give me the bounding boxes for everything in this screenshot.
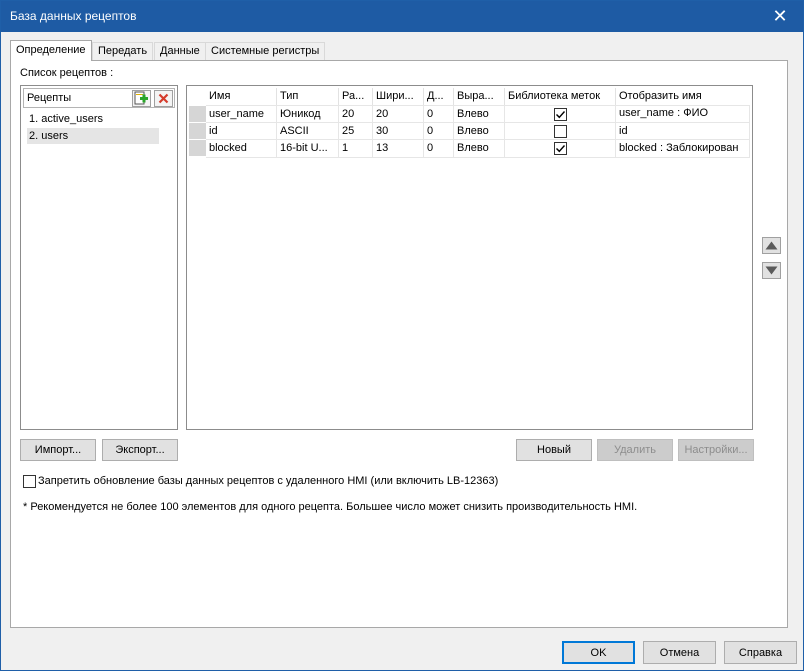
delete-button[interactable]: Удалить	[597, 439, 673, 461]
delete-recipe-icon	[158, 93, 169, 104]
cell-size[interactable]: 1	[339, 140, 372, 157]
column-header-label-library[interactable]: Библиотека меток	[505, 88, 616, 105]
label-library-checkbox[interactable]	[554, 108, 567, 121]
recipe-item-active-users[interactable]: 1. active_users	[27, 111, 159, 127]
cell-name[interactable]: blocked	[206, 140, 276, 157]
ok-button[interactable]: OK	[562, 641, 635, 664]
row-selector[interactable]	[189, 140, 206, 156]
arrow-down-icon	[765, 266, 778, 275]
checkmark-icon	[556, 145, 566, 153]
column-header-decimal[interactable]: Д...	[424, 88, 454, 105]
cell-type[interactable]: Юникод	[277, 106, 338, 123]
add-recipe-icon	[134, 91, 148, 105]
import-button[interactable]: Импорт...	[20, 439, 96, 461]
settings-button[interactable]: Настройки...	[678, 439, 754, 461]
cell-display-name[interactable]: user_name : ФИО	[616, 105, 749, 122]
recipes-list: Рецепты 1. active_users 2. users	[20, 85, 178, 430]
cell-name[interactable]: id	[206, 123, 276, 140]
tab-system-registers[interactable]: Системные регистры	[205, 42, 326, 60]
close-button[interactable]: ✕	[757, 1, 803, 32]
add-recipe-button[interactable]	[132, 90, 151, 107]
help-button[interactable]: Справка	[724, 641, 797, 664]
title-bar: База данных рецептов ✕	[1, 1, 803, 32]
cell-decimal[interactable]: 0	[424, 140, 453, 157]
label-library-checkbox[interactable]	[554, 125, 567, 138]
cell-width[interactable]: 13	[373, 140, 423, 157]
cell-decimal[interactable]: 0	[424, 106, 453, 123]
cell-align[interactable]: Влево	[454, 123, 504, 140]
cancel-button[interactable]: Отмена	[643, 641, 716, 664]
tab-definition[interactable]: Определение	[10, 40, 92, 61]
recipes-header-label: Рецепты	[27, 92, 72, 104]
export-button[interactable]: Экспорт...	[102, 439, 178, 461]
window-title: База данных рецептов	[10, 9, 137, 23]
cell-decimal[interactable]: 0	[424, 123, 453, 140]
cell-display-name[interactable]: blocked : Заблокирован	[616, 140, 749, 157]
recipe-fields-grid: Имя Тип Ра... Шири... Д... Выра... Библи…	[186, 85, 753, 430]
recommendation-note: * Рекомендуется не более 100 элементов д…	[23, 501, 638, 513]
arrow-up-icon	[765, 241, 778, 250]
row-selector[interactable]	[189, 123, 206, 139]
tab-data[interactable]: Данные	[154, 42, 206, 60]
label-library-checkbox[interactable]	[554, 142, 567, 155]
checkmark-icon	[556, 111, 566, 119]
column-header-name[interactable]: Имя	[206, 88, 277, 105]
column-header-display-name[interactable]: Отобразить имя	[616, 88, 750, 105]
cell-width[interactable]: 30	[373, 123, 423, 140]
delete-recipe-button[interactable]	[154, 90, 173, 107]
cell-size[interactable]: 25	[339, 123, 372, 140]
cell-display-name[interactable]: id	[616, 123, 749, 140]
new-button[interactable]: Новый	[516, 439, 592, 461]
prohibit-update-label[interactable]: Запретить обновление базы данных рецепто…	[38, 475, 498, 487]
cell-align[interactable]: Влево	[454, 140, 504, 157]
cell-align[interactable]: Влево	[454, 106, 504, 123]
cell-type[interactable]: 16-bit U...	[277, 140, 338, 157]
cell-width[interactable]: 20	[373, 106, 423, 123]
column-header-align[interactable]: Выра...	[454, 88, 505, 105]
recipe-list-label: Список рецептов :	[20, 67, 114, 79]
recipe-item-users[interactable]: 2. users	[27, 128, 159, 144]
move-up-button[interactable]	[762, 237, 781, 254]
move-down-button[interactable]	[762, 262, 781, 279]
cell-name[interactable]: user_name	[206, 106, 276, 123]
cell-type[interactable]: ASCII	[277, 123, 338, 140]
close-icon: ✕	[772, 6, 788, 26]
column-header-width[interactable]: Шири...	[373, 88, 424, 105]
recipe-database-dialog: База данных рецептов ✕ Определение Перед…	[0, 0, 804, 671]
prohibit-update-checkbox[interactable]	[23, 475, 36, 488]
row-selector[interactable]	[189, 106, 206, 122]
recipes-header: Рецепты	[23, 88, 175, 108]
cell-size[interactable]: 20	[339, 106, 372, 123]
tab-transfer[interactable]: Передать	[92, 42, 154, 60]
column-header-size[interactable]: Ра...	[339, 88, 373, 105]
column-header-type[interactable]: Тип	[277, 88, 339, 105]
